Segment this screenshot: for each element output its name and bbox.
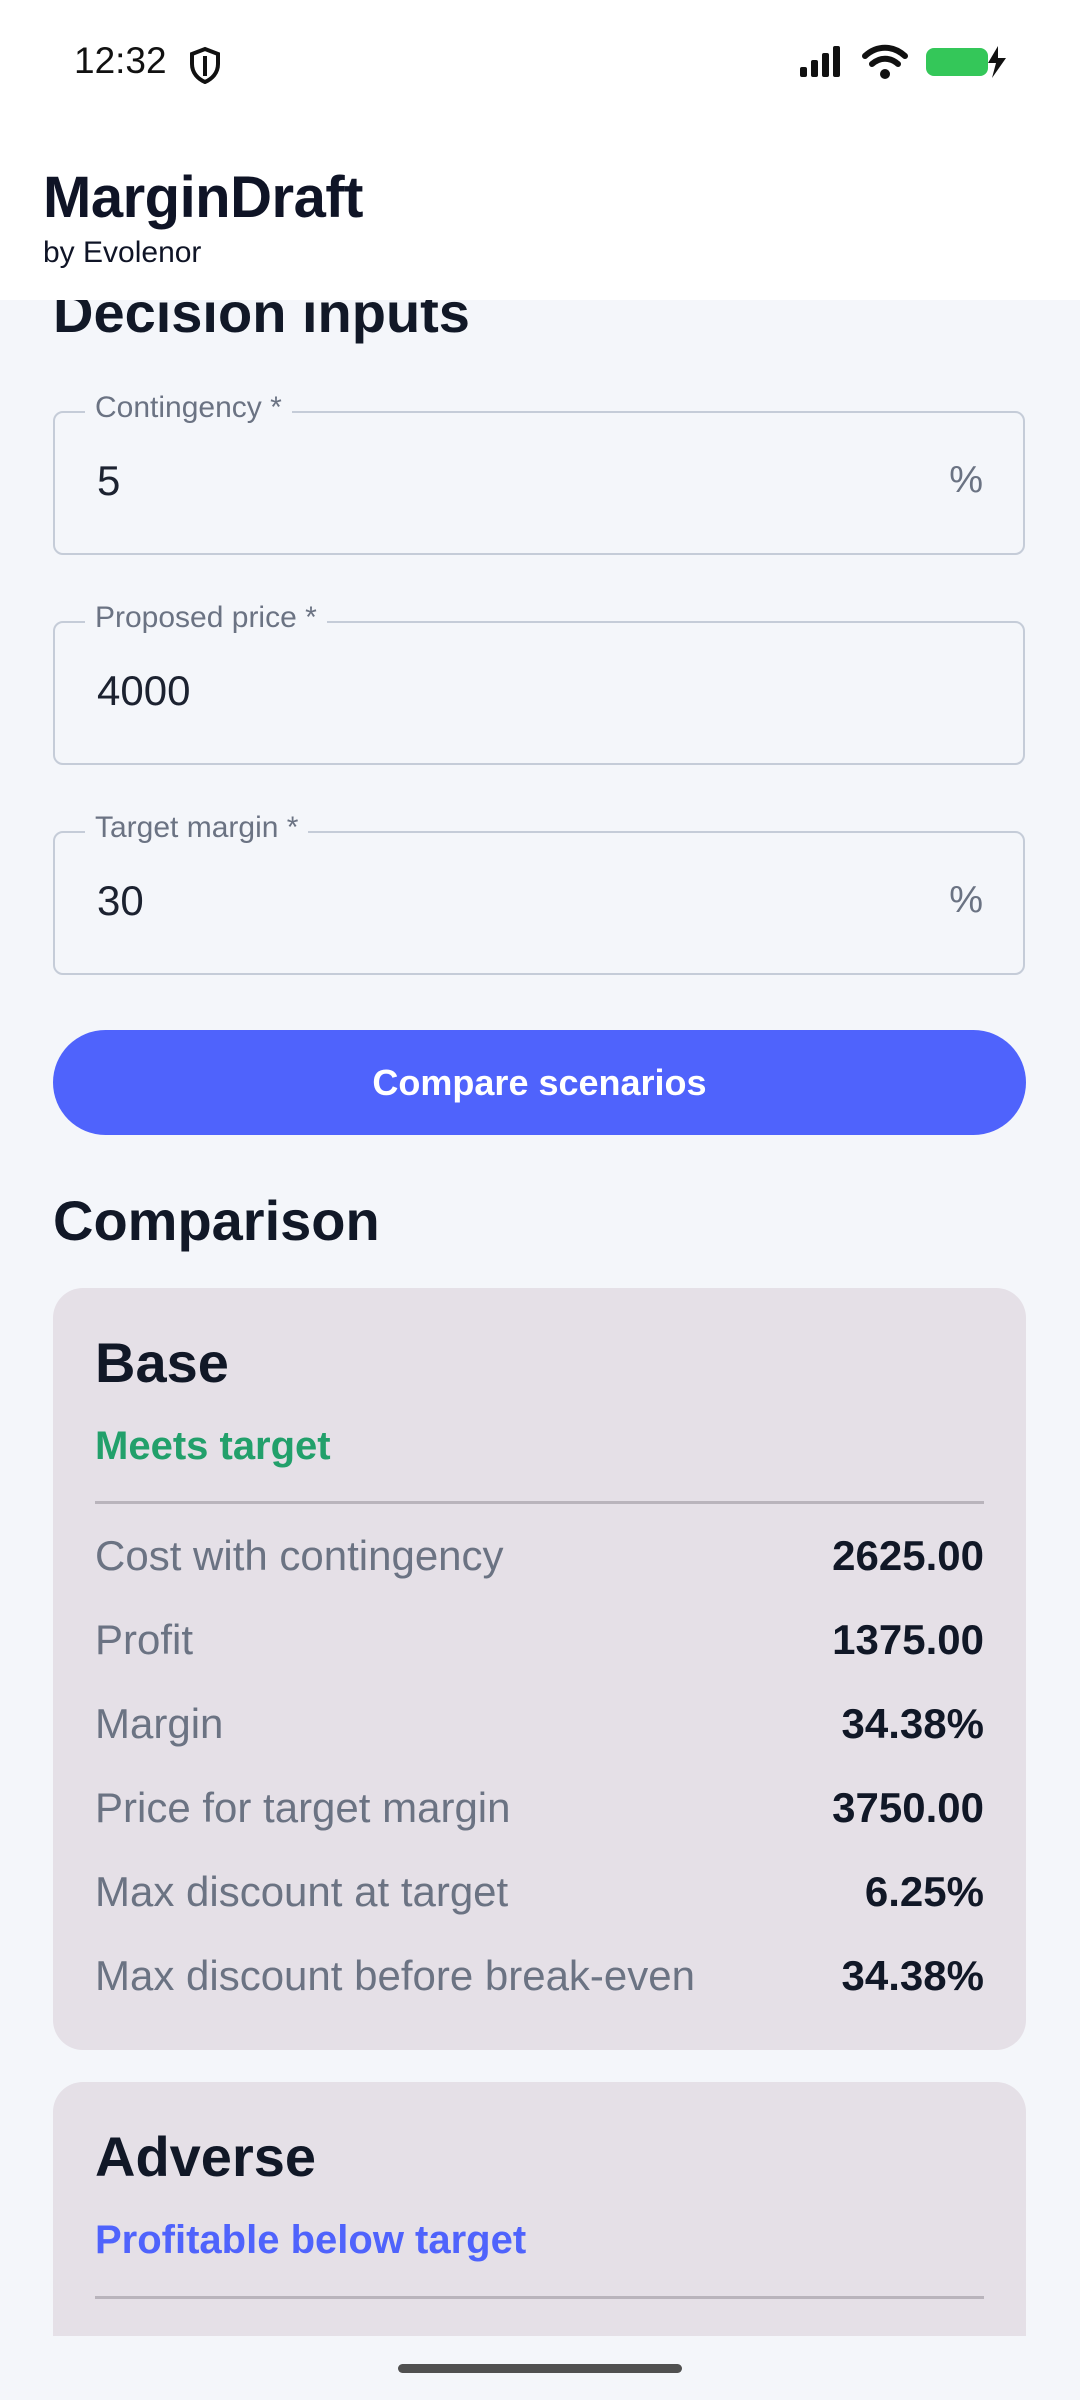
metric-label: Max discount at target (95, 1868, 509, 1915)
metric-label: Max discount before break-even (95, 1952, 695, 1999)
status-icons (798, 44, 1008, 85)
contingency-field[interactable]: Contingency * 5 % (53, 391, 1025, 555)
percent-suffix: % (949, 879, 983, 921)
proposed-price-field[interactable]: Proposed price * 4000 (53, 601, 1025, 765)
battery-charging-icon (924, 44, 1008, 85)
metric-value: 6.25% (864, 1868, 984, 1915)
metric-label: Price for target margin (95, 1784, 511, 1831)
metric-row: Max discount before break-even 34.38% (95, 1952, 984, 2012)
metric-row: Profit 1375.00 (95, 1616, 984, 1676)
divider (95, 1501, 984, 1504)
metric-row: Max discount at target 6.25% (95, 1868, 984, 1928)
metric-label: Cost with contingency (95, 1532, 504, 1579)
target-margin-field[interactable]: Target margin * 30 % (53, 811, 1025, 975)
scenario-status: Profitable below target (95, 2218, 527, 2262)
target-margin-label: Target margin * (85, 811, 309, 845)
target-margin-value[interactable]: 30 (97, 877, 144, 925)
status-bar: 12:32 (0, 0, 1080, 132)
app-subtitle: by Evolenor (43, 236, 202, 269)
divider (95, 2296, 984, 2299)
contingency-value[interactable]: 5 (97, 457, 120, 505)
scenario-card-base: Base Meets target Cost with contingency … (53, 1288, 1026, 2050)
scenario-title: Adverse (95, 2125, 317, 2188)
signal-icon (798, 45, 846, 84)
metric-value: 34.38% (841, 1700, 984, 1747)
contingency-label: Contingency * (85, 391, 292, 425)
metric-value: 3750.00 (832, 1784, 984, 1831)
scenario-title: Base (95, 1331, 229, 1394)
metric-value: 1375.00 (832, 1616, 984, 1663)
metric-row: Price for target margin 3750.00 (95, 1784, 984, 1844)
proposed-price-label: Proposed price * (85, 601, 327, 635)
wifi-icon (862, 44, 908, 85)
scenario-card-adverse: Adverse Profitable below target (53, 2082, 1026, 2336)
compare-scenarios-button[interactable]: Compare scenarios (53, 1030, 1026, 1135)
metric-value: 2625.00 (832, 1532, 984, 1579)
proposed-price-value[interactable]: 4000 (97, 667, 190, 715)
metric-label: Profit (95, 1616, 194, 1663)
status-time: 12:32 (74, 40, 167, 81)
metric-value: 34.38% (841, 1952, 984, 1999)
metric-row: Cost with contingency 2625.00 (95, 1532, 984, 1592)
metric-label: Margin (95, 1700, 224, 1747)
comparison-heading: Comparison (53, 1189, 380, 1252)
app-header: MarginDraft by Evolenor (0, 132, 1080, 300)
percent-suffix: % (949, 459, 983, 501)
scenario-status: Meets target (95, 1424, 331, 1468)
metric-row: Margin 34.38% (95, 1700, 984, 1760)
scroll-content[interactable]: Decision inputs Contingency * 5 % Propos… (0, 0, 1080, 2336)
home-indicator[interactable] (398, 2364, 682, 2373)
shield-icon (188, 46, 222, 89)
app-title: MarginDraft (43, 165, 363, 230)
